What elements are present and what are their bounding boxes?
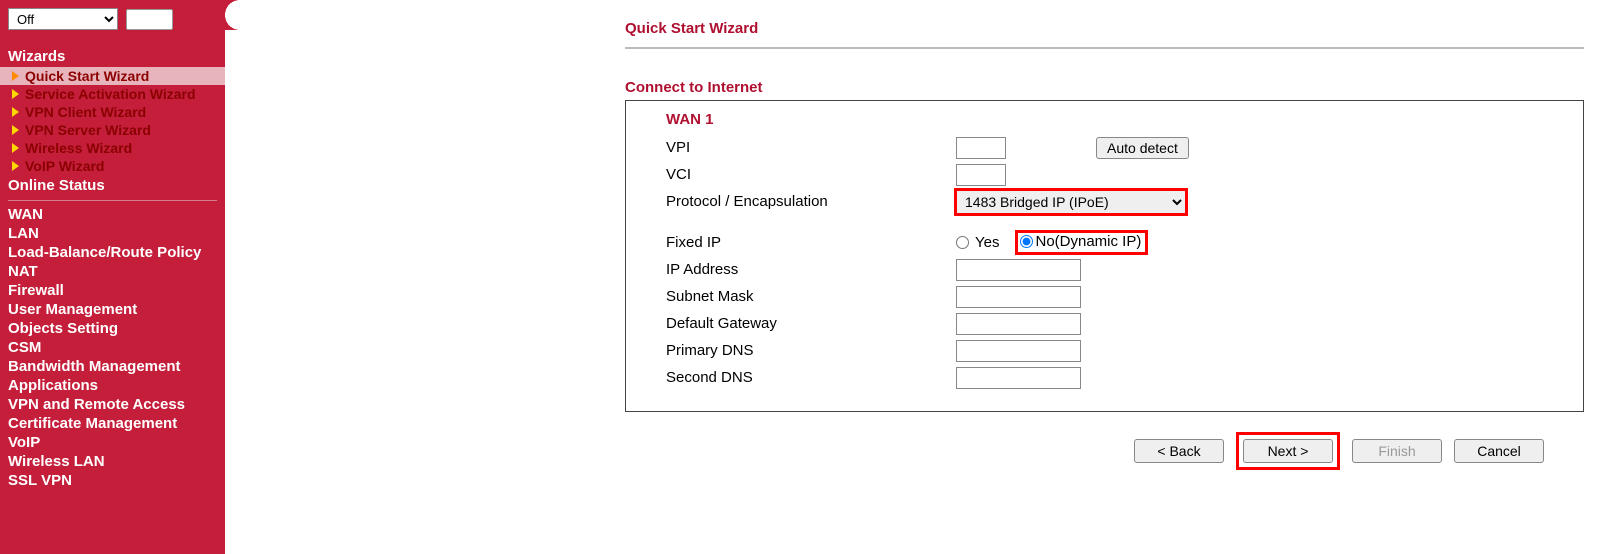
label-ip-address: IP Address: [656, 261, 956, 278]
sidebar-item-voip-wizard[interactable]: VoIP Wizard: [0, 157, 225, 175]
sidebar-item-label: Wireless Wizard: [25, 140, 132, 156]
sidebar-item-label: VPN Client Wizard: [25, 104, 146, 120]
vpi-input[interactable]: [956, 137, 1006, 159]
nav-applications[interactable]: Applications: [0, 376, 225, 395]
fixed-ip-no-radio[interactable]: [1020, 235, 1033, 248]
nav-nat[interactable]: NAT: [0, 262, 225, 281]
arrow-icon: [12, 71, 19, 81]
sidebar-item-label: VPN Server Wizard: [25, 122, 151, 138]
arrow-icon: [12, 161, 19, 171]
divider: [8, 200, 217, 201]
nav-firewall[interactable]: Firewall: [0, 281, 225, 300]
nav-ssl-vpn[interactable]: SSL VPN: [0, 471, 225, 490]
sidebar-item-label: VoIP Wizard: [25, 158, 104, 174]
label-fixed-ip: Fixed IP: [656, 234, 956, 251]
nav-load-balance[interactable]: Load-Balance/Route Policy: [0, 243, 225, 262]
nav-bandwidth-management[interactable]: Bandwidth Management: [0, 357, 225, 376]
page-title: Quick Start Wizard: [625, 20, 1584, 49]
cancel-button[interactable]: Cancel: [1454, 439, 1544, 463]
subnet-mask-input[interactable]: [956, 286, 1081, 308]
arrow-icon: [12, 89, 19, 99]
nav-vpn-remote-access[interactable]: VPN and Remote Access: [0, 395, 225, 414]
footer-buttons: < Back Next > Finish Cancel: [625, 432, 1584, 470]
label-subnet-mask: Subnet Mask: [656, 288, 956, 305]
mode-select[interactable]: Off: [8, 8, 118, 30]
ip-address-input[interactable]: [956, 259, 1081, 281]
fixed-ip-no-highlight: No(Dynamic IP): [1015, 230, 1148, 255]
back-button[interactable]: < Back: [1134, 439, 1224, 463]
vci-input[interactable]: [956, 164, 1006, 186]
auto-detect-button[interactable]: Auto detect: [1096, 137, 1189, 159]
nav-wireless-lan[interactable]: Wireless LAN: [0, 452, 225, 471]
online-status-header[interactable]: Online Status: [0, 175, 225, 196]
label-second-dns: Second DNS: [656, 369, 956, 386]
nav-certificate-management[interactable]: Certificate Management: [0, 414, 225, 433]
section-title: Connect to Internet: [625, 79, 1584, 96]
fixed-ip-yes-label: Yes: [975, 234, 999, 251]
label-default-gateway: Default Gateway: [656, 315, 956, 332]
sidebar: Off IPv6 Wizards Quick Start Wizard Serv…: [0, 0, 225, 554]
sidebar-item-label: Service Activation Wizard: [25, 86, 196, 102]
ipv6-badge[interactable]: IPv6: [126, 9, 173, 30]
protocol-select[interactable]: 1483 Bridged IP (IPoE): [956, 190, 1186, 214]
sidebar-item-wireless-wizard[interactable]: Wireless Wizard: [0, 139, 225, 157]
label-vpi: VPI: [656, 139, 956, 156]
next-highlight: Next >: [1236, 432, 1340, 470]
fixed-ip-no-label: No(Dynamic IP): [1035, 233, 1141, 250]
wizards-header: Wizards: [0, 46, 225, 67]
nav-user-management[interactable]: User Management: [0, 300, 225, 319]
sidebar-item-vpn-server-wizard[interactable]: VPN Server Wizard: [0, 121, 225, 139]
sidebar-item-service-activation-wizard[interactable]: Service Activation Wizard: [0, 85, 225, 103]
main-content: Quick Start Wizard Connect to Internet W…: [225, 0, 1624, 554]
sidebar-item-quick-start-wizard[interactable]: Quick Start Wizard: [0, 67, 225, 85]
nav-objects-setting[interactable]: Objects Setting: [0, 319, 225, 338]
default-gateway-input[interactable]: [956, 313, 1081, 335]
primary-dns-input[interactable]: [956, 340, 1081, 362]
label-vci: VCI: [656, 166, 956, 183]
arrow-icon: [12, 143, 19, 153]
ipv6-six: v6: [146, 12, 166, 26]
nav-csm[interactable]: CSM: [0, 338, 225, 357]
form-box: WAN 1 VPI Auto detect VCI Protocol / Enc…: [625, 100, 1584, 412]
label-protocol: Protocol / Encapsulation: [656, 193, 956, 210]
nav-voip[interactable]: VoIP: [0, 433, 225, 452]
arrow-icon: [12, 107, 19, 117]
second-dns-input[interactable]: [956, 367, 1081, 389]
nav-lan[interactable]: LAN: [0, 224, 225, 243]
fixed-ip-yes-radio[interactable]: [956, 236, 969, 249]
sidebar-item-vpn-client-wizard[interactable]: VPN Client Wizard: [0, 103, 225, 121]
sidebar-item-label: Quick Start Wizard: [25, 68, 149, 84]
label-primary-dns: Primary DNS: [656, 342, 956, 359]
arrow-icon: [12, 125, 19, 135]
finish-button: Finish: [1352, 439, 1442, 463]
ipv6-prefix: IP: [133, 12, 145, 27]
next-button[interactable]: Next >: [1243, 439, 1333, 463]
nav-wan[interactable]: WAN: [0, 205, 225, 224]
wan-heading: WAN 1: [656, 111, 1563, 128]
